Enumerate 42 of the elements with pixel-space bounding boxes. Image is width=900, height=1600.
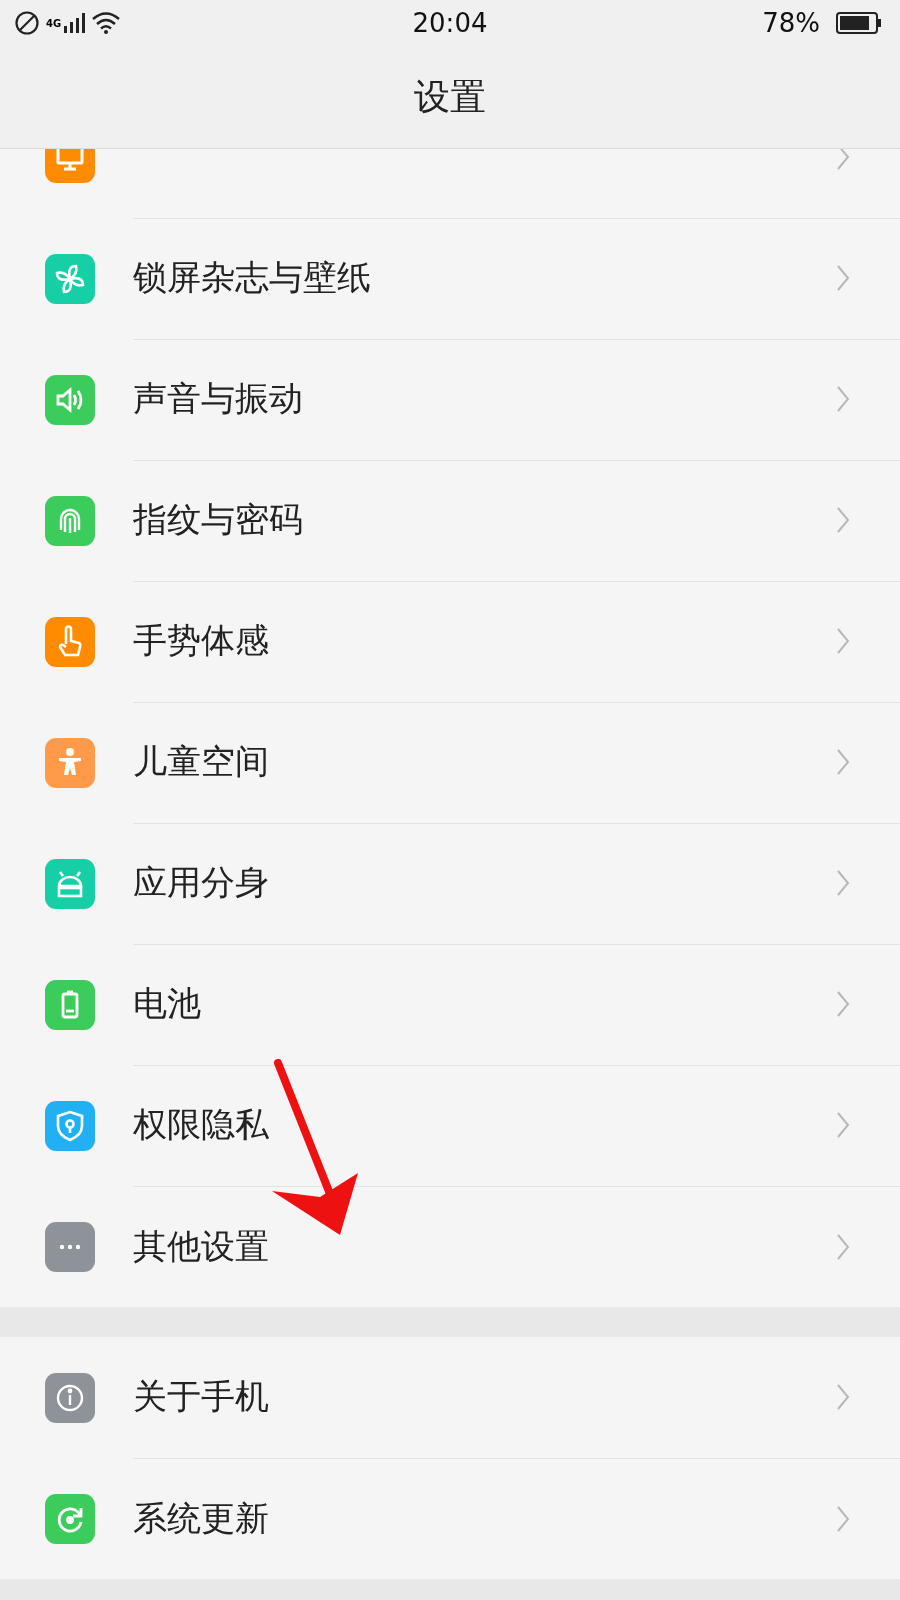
person-icon bbox=[45, 737, 95, 788]
settings-item[interactable]: 声音与振动 bbox=[0, 339, 900, 460]
chevron-icon bbox=[836, 1232, 850, 1261]
chevron-icon bbox=[836, 748, 850, 776]
more-icon bbox=[45, 1221, 95, 1272]
settings-item[interactable]: 关于手机 bbox=[0, 1337, 900, 1458]
chevron-icon bbox=[836, 1383, 850, 1411]
fingerprint-icon bbox=[45, 495, 95, 546]
chevron-icon bbox=[836, 149, 850, 171]
wifi-icon bbox=[91, 11, 122, 35]
settings-item[interactable]: 手势体感 bbox=[0, 581, 900, 702]
do-not-disturb-icon bbox=[14, 10, 40, 36]
chevron-icon bbox=[836, 506, 850, 534]
battery-status-icon bbox=[836, 12, 882, 34]
settings-item[interactable]: 应用分身 bbox=[0, 823, 900, 944]
hand-icon bbox=[45, 616, 95, 667]
chevron-icon bbox=[836, 1504, 850, 1533]
chevron-icon bbox=[836, 627, 850, 655]
chevron-icon bbox=[836, 1111, 850, 1139]
settings-item[interactable]: 锁屏杂志与壁纸 bbox=[0, 218, 900, 339]
settings-item[interactable]: 儿童空间 bbox=[0, 702, 900, 823]
info-icon bbox=[45, 1372, 95, 1423]
page-title: 设置 bbox=[414, 74, 486, 119]
chevron-icon bbox=[836, 264, 850, 292]
settings-item[interactable]: 权限隐私 bbox=[0, 1065, 900, 1186]
robot-icon bbox=[45, 858, 95, 909]
settings-item[interactable]: 指纹与密码 bbox=[0, 460, 900, 581]
settings-item[interactable]: 其他设置 bbox=[0, 1186, 900, 1307]
pinwheel-icon bbox=[45, 253, 95, 304]
settings-item[interactable]: 系统更新 bbox=[0, 1458, 900, 1579]
shield-icon bbox=[45, 1100, 95, 1151]
battery-icon bbox=[45, 979, 95, 1030]
speaker-icon bbox=[45, 374, 95, 425]
chevron-icon bbox=[836, 869, 850, 897]
chevron-icon bbox=[836, 990, 850, 1018]
settings-item[interactable]: 电池 bbox=[0, 944, 900, 1065]
signal-icon bbox=[63, 12, 86, 34]
network-type: 4G bbox=[46, 18, 62, 29]
battery-percent: 78% bbox=[762, 8, 820, 38]
refresh-icon bbox=[45, 1493, 95, 1544]
chevron-icon bbox=[836, 385, 850, 413]
status-time: 20:04 bbox=[411, 8, 489, 38]
